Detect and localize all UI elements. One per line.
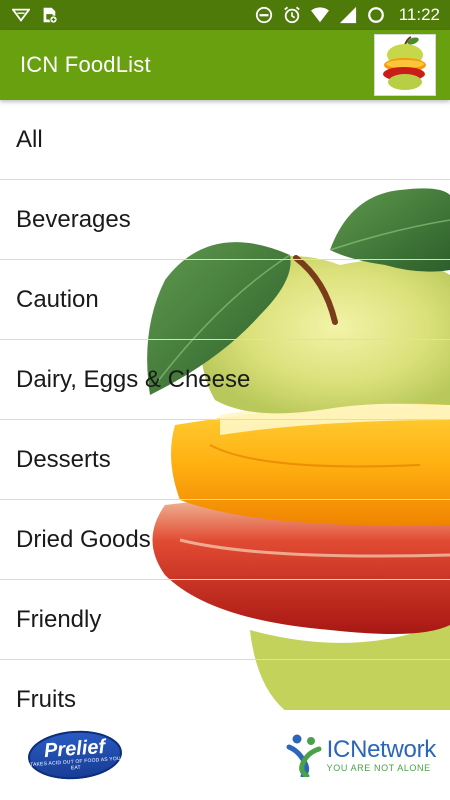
category-item-fruits[interactable]: Fruits [0,660,450,711]
battery-icon [367,7,384,23]
app-title: ICN FoodList [20,52,151,77]
category-item-dried-goods[interactable]: Dried Goods [0,500,450,580]
app-logo[interactable] [374,34,436,96]
icnetwork-figure-icon [286,734,322,777]
category-list-area[interactable]: All Beverages Caution Dairy, Eggs & Chee… [0,100,450,710]
category-item-beverages[interactable]: Beverages [0,180,450,260]
do-not-disturb-icon [255,6,272,24]
icnetwork-logo[interactable]: ICNetwork YOU ARE NOT ALONE [285,733,436,777]
footer: Prelief TAKES ACID OUT OF FOOD AS YOU EA… [0,710,450,800]
category-label: Caution [16,285,99,313]
status-bar: 11:22 [0,0,450,30]
icnetwork-logo-tagline: YOU ARE NOT ALONE [326,763,431,773]
category-item-all[interactable]: All [0,100,450,180]
app-bar: ICN FoodList [0,30,450,100]
category-label: Desserts [16,445,111,473]
category-item-friendly[interactable]: Friendly [0,580,450,660]
category-list: All Beverages Caution Dairy, Eggs & Chee… [0,100,450,710]
prelief-logo[interactable]: Prelief TAKES ACID OUT OF FOOD AS YOU EA… [26,727,124,783]
category-label: Beverages [16,205,131,233]
category-label: Dairy, Eggs & Cheese [16,365,251,393]
category-item-caution[interactable]: Caution [0,260,450,340]
fruit-stack-logo-icon [383,36,426,90]
category-label: Friendly [16,605,102,633]
prelief-logo-tagline: TAKES ACID OUT OF FOOD AS YOU EAT [29,755,121,772]
category-label: Dried Goods [16,525,151,553]
category-item-desserts[interactable]: Desserts [0,420,450,500]
wifi-icon [310,7,329,23]
category-item-dairy-eggs-cheese[interactable]: Dairy, Eggs & Cheese [0,340,450,420]
category-label: All [16,125,43,153]
notification-icon [12,8,30,22]
clock: 11:22 [398,5,440,24]
signal-icon [339,6,356,24]
alarm-icon [283,6,300,24]
sim-card-icon [43,7,58,24]
icnetwork-logo-name: ICNetwork [326,736,437,763]
category-label: Fruits [16,685,76,711]
